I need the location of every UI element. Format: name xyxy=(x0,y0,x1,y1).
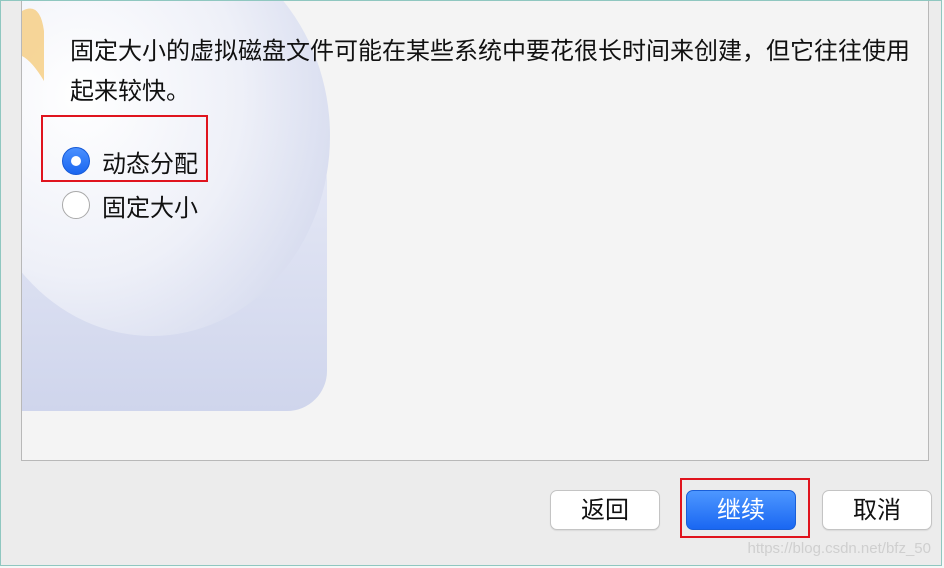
radio-dynamic[interactable] xyxy=(62,147,90,175)
option-dynamic-label: 动态分配 xyxy=(102,149,198,178)
radio-fixed[interactable] xyxy=(62,191,90,219)
option-fixed-label: 固定大小 xyxy=(102,193,198,222)
back-button[interactable]: 返回 xyxy=(550,490,660,530)
allocation-radio-group: 动态分配 固定大小 xyxy=(62,139,198,227)
dialog-window: 固定大小的虚拟磁盘文件可能在某些系统中要花很长时间来创建，但它往往使用起来较快。… xyxy=(0,0,942,566)
cancel-button[interactable]: 取消 xyxy=(822,490,932,530)
option-dynamic[interactable]: 动态分配 xyxy=(62,139,198,183)
option-fixed[interactable]: 固定大小 xyxy=(62,183,198,227)
continue-button[interactable]: 继续 xyxy=(686,490,796,530)
content-panel: 固定大小的虚拟磁盘文件可能在某些系统中要花很长时间来创建，但它往往使用起来较快。… xyxy=(21,1,929,461)
description-text: 固定大小的虚拟磁盘文件可能在某些系统中要花很长时间来创建，但它往往使用起来较快。 xyxy=(70,37,910,105)
watermark: https://blog.csdn.net/bfz_50 xyxy=(747,540,931,557)
